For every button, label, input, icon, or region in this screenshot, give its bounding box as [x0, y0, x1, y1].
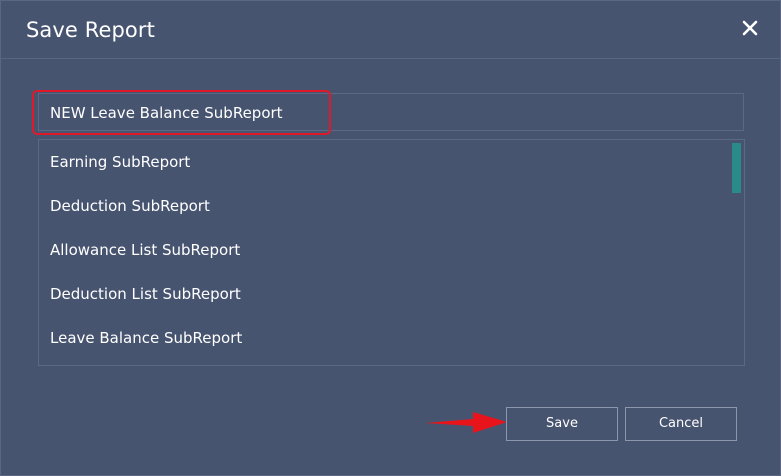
cancel-button[interactable]: Cancel — [625, 407, 737, 441]
dialog-title: Save Report — [26, 18, 155, 42]
list-item[interactable]: Deduction SubReport — [50, 184, 210, 228]
list-item[interactable]: Earning SubReport — [50, 140, 190, 184]
report-list[interactable]: Earning SubReport Deduction SubReport Al… — [38, 139, 745, 366]
list-item[interactable]: Deduction List SubReport — [50, 272, 241, 316]
scrollbar-thumb[interactable] — [732, 143, 741, 193]
close-icon[interactable] — [739, 17, 761, 39]
arrow-annotation-icon — [425, 412, 507, 433]
dialog-title-bar: Save Report — [1, 1, 780, 59]
list-item[interactable]: Leave Balance SubReport — [50, 316, 242, 360]
save-report-dialog: Save Report NEW Leave Balance SubReport … — [0, 0, 781, 476]
report-name-input[interactable]: NEW Leave Balance SubReport — [38, 93, 744, 131]
list-item[interactable]: Allowance List SubReport — [50, 228, 240, 272]
save-button[interactable]: Save — [506, 407, 618, 441]
